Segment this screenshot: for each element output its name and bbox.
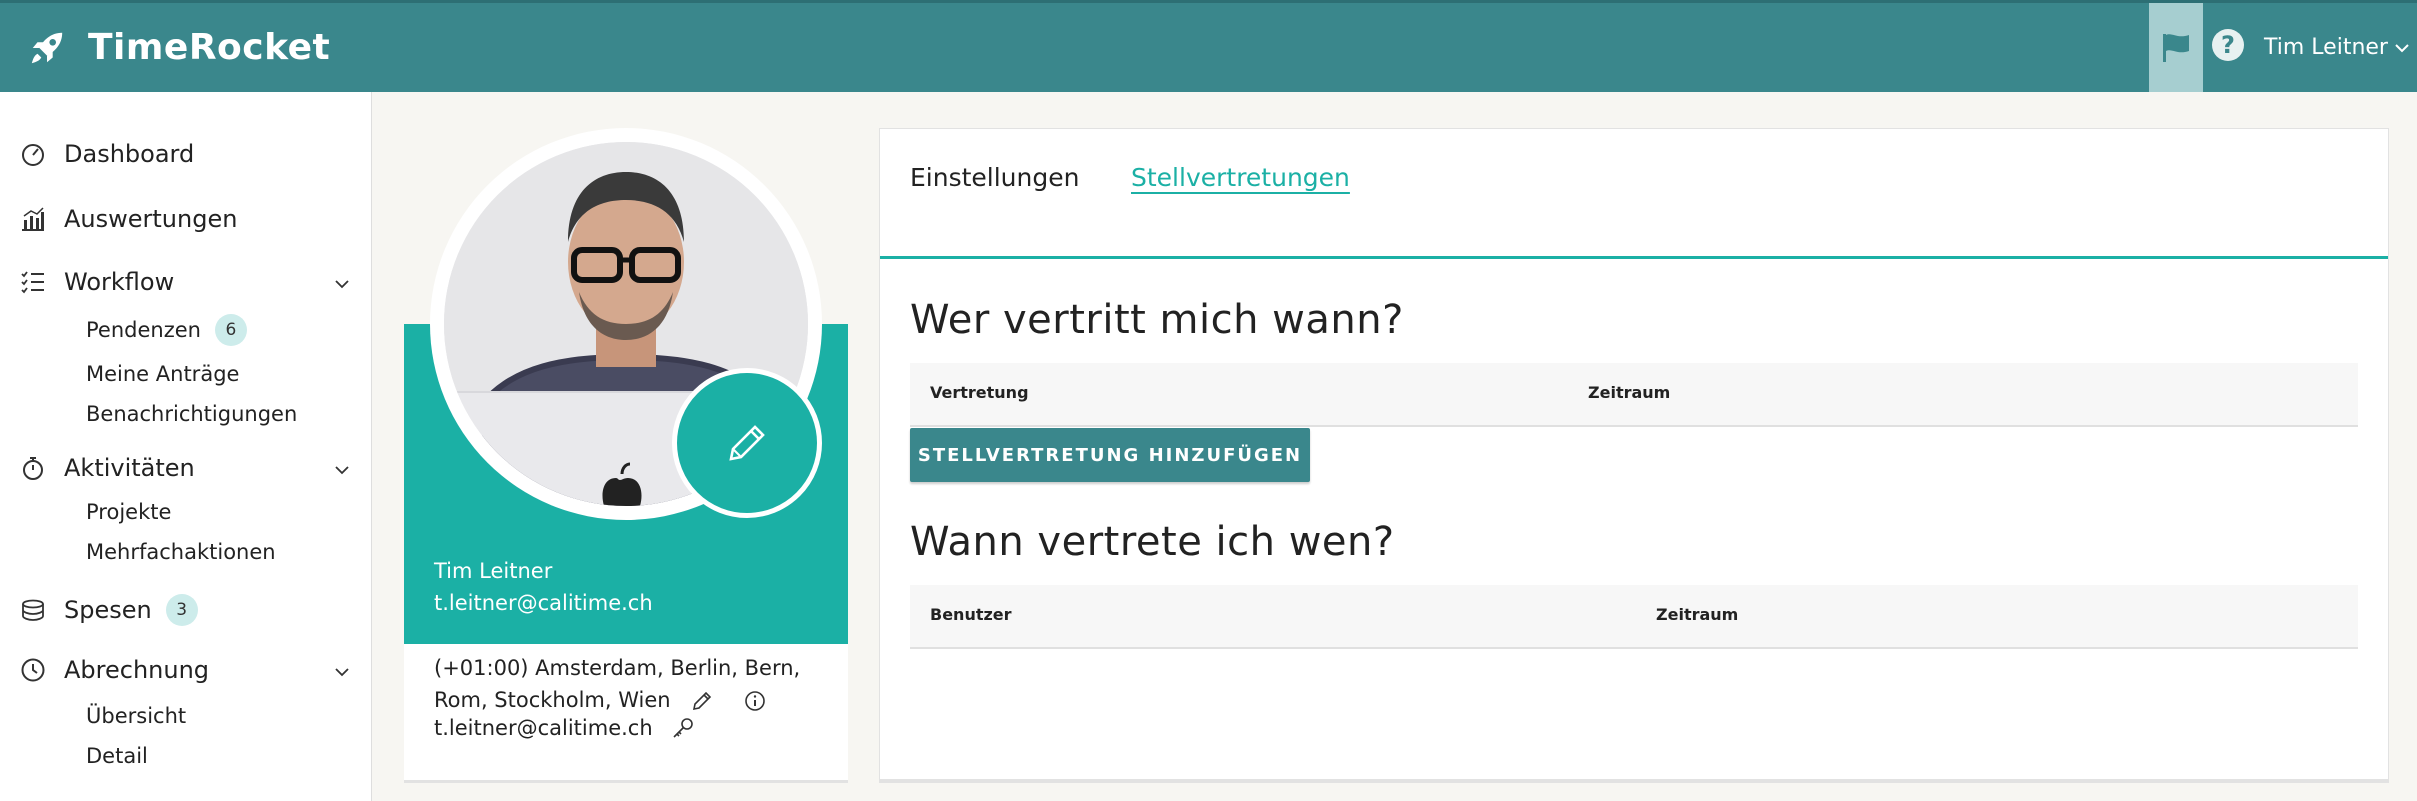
sidebar-item-meine-antraege[interactable]: Meine Anträge — [86, 362, 239, 386]
chevron-down-icon[interactable] — [334, 664, 350, 680]
pencil-icon[interactable] — [691, 690, 713, 712]
sidebar-item-label: Spesen — [64, 596, 152, 624]
sidebar-item-spesen[interactable]: Spesen 3 — [20, 594, 198, 626]
edit-photo-button[interactable] — [672, 368, 822, 518]
sidebar-item-label: Aktivitäten — [64, 454, 195, 482]
bar-chart-icon — [22, 207, 44, 231]
top-bar: TimeRocket ? Tim Leitner — [0, 0, 2417, 92]
sidebar-item-dashboard[interactable]: Dashboard — [20, 140, 194, 168]
sidebar-item-label: Workflow — [64, 268, 175, 296]
sidebar-item-label: Dashboard — [64, 140, 195, 168]
sidebar-item-label: Meine Anträge — [86, 362, 240, 386]
table-header-replaced-users: Benutzer Zeitraum — [910, 585, 2358, 649]
flag-button[interactable] — [2149, 3, 2203, 92]
stopwatch-icon — [23, 457, 43, 480]
chevron-down-icon — [2395, 43, 2409, 52]
chevron-down-icon[interactable] — [334, 462, 350, 478]
help-button[interactable]: ? — [2212, 29, 2244, 61]
chevron-down-icon[interactable] — [334, 276, 350, 292]
sidebar-item-label: Detail — [86, 744, 148, 768]
sidebar-item-label: Mehrfachaktionen — [86, 540, 276, 564]
deputies-panel: Einstellungen Stellvertretungen Wer vert… — [879, 128, 2389, 780]
sidebar-item-auswertungen[interactable]: Auswertungen — [20, 205, 237, 233]
sidebar-item-workflow[interactable]: Workflow — [20, 268, 174, 296]
sidebar-item-projekte[interactable]: Projekte — [86, 500, 171, 524]
brand[interactable]: TimeRocket — [28, 3, 330, 92]
user-menu[interactable]: Tim Leitner — [2264, 3, 2410, 92]
info-icon[interactable] — [744, 690, 766, 712]
column-header-zeitraum[interactable]: Zeitraum — [1656, 605, 1738, 624]
column-header-zeitraum[interactable]: Zeitraum — [1588, 383, 1670, 402]
sidebar-item-abrechnung[interactable]: Abrechnung — [20, 656, 209, 684]
pencil-icon — [729, 425, 765, 461]
section-title-who-replaces-me: Wer vertritt mich wann? — [910, 297, 1404, 343]
login-email-value: t.leitner@calitime.ch — [434, 716, 653, 740]
dashboard-gauge-icon — [22, 144, 44, 166]
sidebar-item-label: Benachrichtigungen — [86, 402, 298, 426]
sidebar-item-pendenzen[interactable]: Pendenzen 6 — [86, 314, 247, 346]
tab-stellvertretungen[interactable]: Stellvertretungen — [1131, 163, 1350, 192]
timezone-text: (+01:00) Amsterdam, Berlin, Bern, Rom, S… — [434, 652, 834, 716]
key-icon[interactable] — [671, 716, 695, 740]
sidebar-item-benachrichtigungen[interactable]: Benachrichtigungen — [86, 402, 297, 426]
tab-einstellungen[interactable]: Einstellungen — [910, 163, 1079, 192]
checklist-icon — [21, 271, 44, 294]
app-name: TimeRocket — [88, 27, 331, 68]
column-header-benutzer[interactable]: Benutzer — [930, 605, 1012, 624]
column-header-vertretung[interactable]: Vertretung — [930, 383, 1029, 402]
sidebar-item-uebersicht[interactable]: Übersicht — [86, 704, 186, 728]
login-email: t.leitner@calitime.ch — [434, 716, 695, 740]
tab-divider — [880, 256, 2388, 259]
profile-name: Tim Leitner — [434, 559, 553, 583]
section-title-whom-i-replace: Wann vertrete ich wen? — [910, 519, 1395, 565]
count-badge: 6 — [214, 314, 247, 346]
count-badge: 3 — [165, 594, 198, 626]
flag-icon — [2163, 33, 2189, 62]
user-name: Tim Leitner — [2264, 35, 2388, 60]
profile-email: t.leitner@calitime.ch — [434, 591, 653, 615]
sidebar-item-label: Abrechnung — [64, 656, 210, 684]
sidebar-item-mehrfachaktionen[interactable]: Mehrfachaktionen — [86, 540, 276, 564]
add-deputy-button[interactable]: STELLVERTRETUNG HINZUFÜGEN — [910, 428, 1310, 482]
rocket-icon — [31, 32, 63, 63]
coins-stack-icon — [22, 599, 44, 621]
sidebar-item-label: Übersicht — [86, 704, 187, 728]
sidebar: Dashboard Auswertungen Workflow Pendenze… — [0, 92, 372, 801]
sidebar-item-label: Auswertungen — [64, 205, 238, 233]
sidebar-item-label: Pendenzen — [86, 318, 201, 342]
table-header-deputies: Vertretung Zeitraum — [910, 363, 2358, 427]
sidebar-item-detail[interactable]: Detail — [86, 744, 148, 768]
sidebar-item-aktivitaeten[interactable]: Aktivitäten — [20, 454, 195, 482]
sidebar-item-label: Projekte — [86, 500, 172, 524]
clock-icon — [21, 658, 45, 682]
